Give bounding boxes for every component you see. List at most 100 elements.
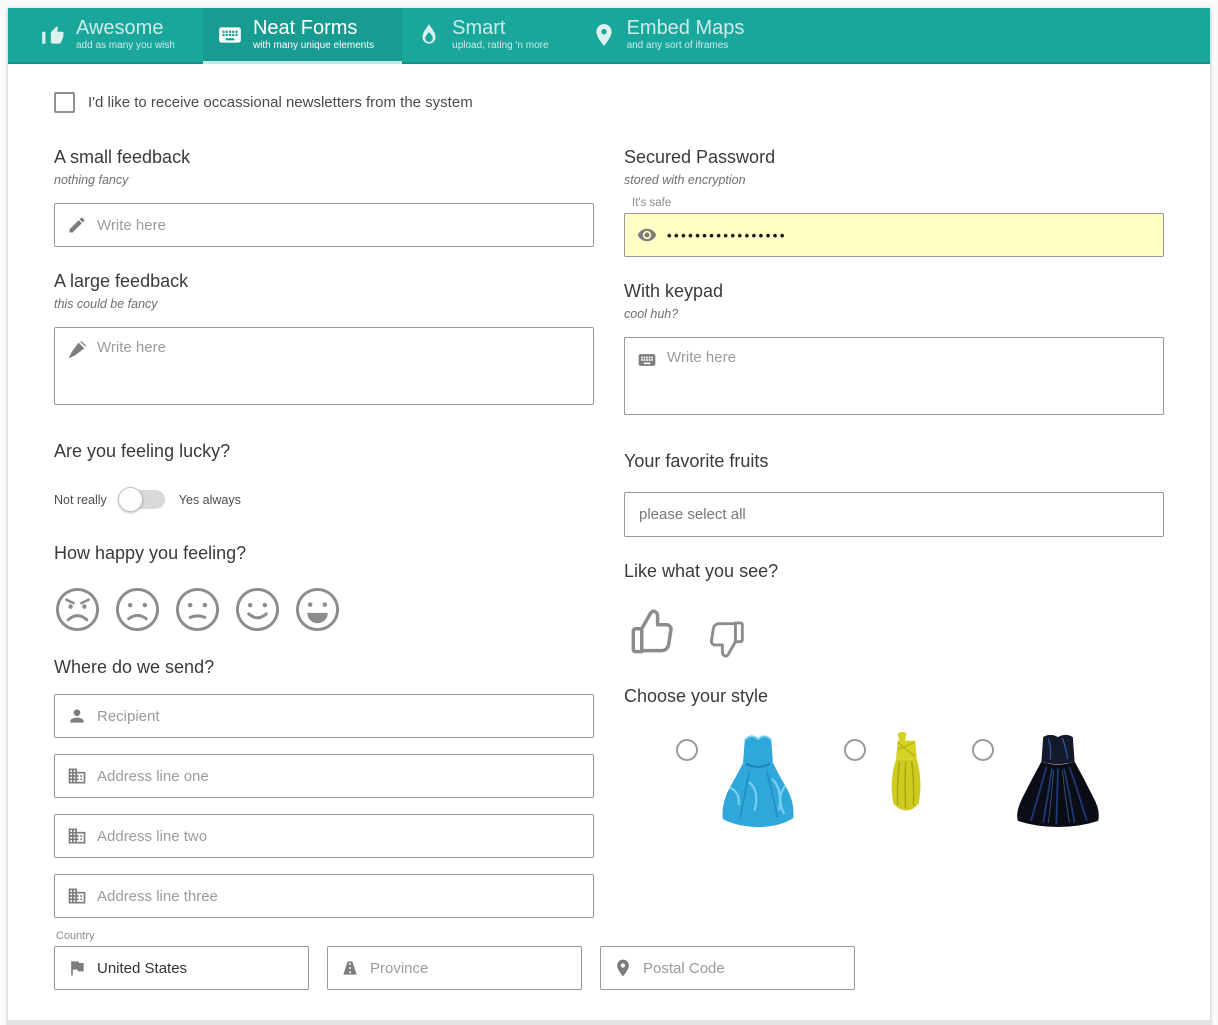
smiley-unhappy-icon[interactable]: [114, 586, 161, 633]
like-title: Like what you see?: [624, 561, 1164, 582]
large-feedback-subtitle: this could be fancy: [54, 297, 594, 311]
fruits-section: Your favorite fruits please select all: [624, 451, 1164, 537]
style-radio-black-blue-gown[interactable]: [972, 739, 994, 761]
keypad-title: With keypad: [624, 281, 1164, 302]
flame-icon: [416, 22, 442, 48]
tab-embed-maps[interactable]: Embed Maps and any sort of iframes: [577, 8, 773, 62]
smiley-happy-icon[interactable]: [234, 586, 281, 633]
tab-title: Neat Forms: [253, 18, 374, 39]
newsletter-label: I'd like to receive occassional newslett…: [88, 94, 473, 111]
form-card: Awesome add as many you wish Neat Forms …: [8, 8, 1210, 1025]
keypad-field: [624, 337, 1164, 415]
recipient-input[interactable]: [97, 708, 581, 725]
happiness-rating: [54, 586, 594, 633]
building-icon: [67, 886, 87, 906]
tab-awesome[interactable]: Awesome add as many you wish: [26, 8, 203, 62]
country-input[interactable]: [97, 960, 296, 977]
thumbs-up-icon: [40, 22, 66, 48]
password-hint: It's safe: [632, 197, 1164, 209]
thumbs-down-icon[interactable]: [704, 616, 750, 662]
lucky-toggle-row: Not really Yes always: [54, 490, 594, 509]
building-icon: [67, 826, 87, 846]
tab-title: Smart: [452, 18, 548, 39]
blue-ballgown-image[interactable]: [714, 729, 802, 831]
right-column: Secured Password stored with encryption …: [624, 123, 1164, 990]
tab-neat-forms[interactable]: Neat Forms with many unique elements: [203, 8, 402, 62]
style-radio-yellow-dress[interactable]: [844, 739, 866, 761]
eye-icon[interactable]: [637, 225, 657, 245]
small-feedback-input[interactable]: [97, 217, 581, 234]
user-icon: [67, 706, 87, 726]
flag-icon: [67, 958, 87, 978]
toggle-knob[interactable]: [118, 487, 143, 512]
header-tabs: Awesome add as many you wish Neat Forms …: [8, 8, 1210, 64]
address-line-two-input[interactable]: [97, 828, 581, 845]
lucky-on-label: Yes always: [179, 493, 241, 507]
keypad-section: With keypad cool huh?: [624, 281, 1164, 415]
pencil-icon: [67, 215, 87, 235]
black-blue-gown-image[interactable]: [1010, 729, 1106, 829]
lucky-title: Are you feeling lucky?: [54, 441, 594, 462]
like-options: [624, 604, 1164, 662]
form-footer: ‹ SUBMIT ›: [8, 1020, 1210, 1025]
keyboard-icon: [217, 22, 243, 48]
like-section: Like what you see?: [624, 561, 1164, 662]
fruits-title: Your favorite fruits: [624, 451, 1164, 472]
password-field[interactable]: •••••••••••••••••: [624, 213, 1164, 257]
lucky-off-label: Not really: [54, 493, 107, 507]
newsletter-row: I'd like to receive occassional newslett…: [54, 92, 1164, 113]
tab-subtitle: with many unique elements: [253, 41, 374, 52]
keypad-input[interactable]: [667, 349, 1151, 366]
smiley-very-unhappy-icon[interactable]: [54, 586, 101, 633]
address-line-one-input[interactable]: [97, 768, 581, 785]
thumbs-up-icon[interactable]: [624, 604, 680, 660]
address-line-three-input[interactable]: [97, 888, 581, 905]
style-option-blue-ballgown: [676, 729, 802, 831]
happiness-section: How happy you feeling?: [54, 543, 594, 633]
recipient-field: [54, 694, 594, 738]
address-line-one-field: [54, 754, 594, 798]
address-line-two-field: [54, 814, 594, 858]
style-options: [624, 729, 1164, 831]
tab-subtitle: upload, rating 'n more: [452, 41, 548, 52]
tab-smart[interactable]: Smart upload, rating 'n more: [402, 8, 576, 62]
password-section: Secured Password stored with encryption …: [624, 147, 1164, 257]
country-field: [54, 946, 309, 990]
lucky-toggle[interactable]: [121, 490, 165, 509]
page: Awesome add as many you wish Neat Forms …: [0, 0, 1218, 1025]
fruits-select[interactable]: please select all: [624, 492, 1164, 537]
form-body: I'd like to receive occassional newslett…: [8, 64, 1210, 1020]
style-title: Choose your style: [624, 686, 1164, 707]
smiley-very-happy-icon[interactable]: [294, 586, 341, 633]
password-masked-value: •••••••••••••••••: [667, 228, 787, 243]
lucky-section: Are you feeling lucky? Not really Yes al…: [54, 441, 594, 509]
tab-title: Awesome: [76, 18, 175, 39]
address-title: Where do we send?: [54, 657, 594, 678]
large-feedback-section: A large feedback this could be fancy: [54, 271, 594, 405]
style-option-yellow-dress: [844, 729, 930, 831]
keyboard-icon: [637, 350, 657, 370]
happiness-title: How happy you feeling?: [54, 543, 594, 564]
smiley-neutral-icon[interactable]: [174, 586, 221, 633]
tab-subtitle: and any sort of iframes: [627, 41, 745, 52]
password-subtitle: stored with encryption: [624, 173, 1164, 187]
yellow-dress-image[interactable]: [882, 729, 930, 823]
map-pin-icon: [591, 22, 617, 48]
newsletter-checkbox[interactable]: [54, 92, 75, 113]
keypad-subtitle: cool huh?: [624, 307, 1164, 321]
style-section: Choose your style: [624, 686, 1164, 831]
large-feedback-field: [54, 327, 594, 405]
province-field: [327, 946, 582, 990]
small-feedback-field: [54, 203, 594, 247]
small-feedback-section: A small feedback nothing fancy: [54, 147, 594, 247]
tab-subtitle: add as many you wish: [76, 41, 175, 52]
style-radio-blue-ballgown[interactable]: [676, 739, 698, 761]
road-icon: [340, 958, 360, 978]
large-feedback-input[interactable]: [97, 339, 581, 356]
pen-icon: [67, 340, 87, 360]
password-title: Secured Password: [624, 147, 1164, 168]
province-input[interactable]: [370, 960, 569, 977]
small-feedback-subtitle: nothing fancy: [54, 173, 594, 187]
small-feedback-title: A small feedback: [54, 147, 594, 168]
tab-title: Embed Maps: [627, 18, 745, 39]
